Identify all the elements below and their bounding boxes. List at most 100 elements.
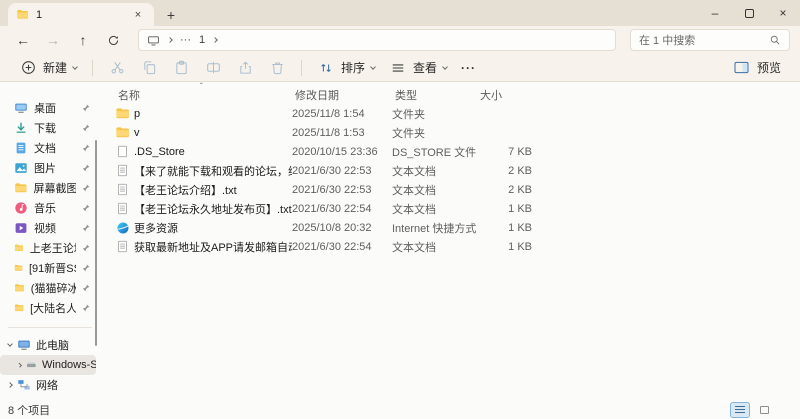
- sidebar-item-screenshots[interactable]: 屏幕截图: [0, 178, 100, 198]
- preview-button[interactable]: 预览: [726, 56, 788, 80]
- chevron-down-icon: [442, 63, 448, 70]
- sidebar-item-folder[interactable]: (猫猫碎冰冰: [0, 278, 100, 298]
- sidebar-item-label: 此电脑: [36, 340, 69, 352]
- view-toggles: [730, 401, 774, 418]
- breadcrumb-overflow[interactable]: ···: [180, 34, 191, 46]
- sidebar-item-label: 下载: [34, 123, 56, 135]
- search-icon: [769, 34, 781, 46]
- sidebar-item-videos[interactable]: 视频: [0, 218, 100, 238]
- sidebar-item-pictures[interactable]: 图片: [0, 158, 100, 178]
- trash-icon: [268, 59, 286, 77]
- refresh-button[interactable]: [100, 28, 126, 52]
- breadcrumb-item-current[interactable]: 1: [199, 34, 205, 46]
- close-button[interactable]: ×: [766, 0, 800, 26]
- sidebar-item-downloads[interactable]: 下载: [0, 118, 100, 138]
- column-header-date[interactable]: 修改日期: [295, 87, 395, 103]
- sidebar-item-desktop[interactable]: 桌面: [0, 98, 100, 118]
- tab-folder-1[interactable]: 1 ×: [8, 3, 154, 26]
- search-input[interactable]: 在 1 中搜索: [630, 29, 790, 51]
- sort-icon: [317, 59, 335, 77]
- cut-button[interactable]: [101, 56, 133, 80]
- desktop-icon: [15, 103, 27, 113]
- pin-icon: [82, 304, 90, 312]
- new-button[interactable]: 新建: [12, 56, 84, 80]
- folder-icon: [15, 183, 27, 193]
- sidebar-item-this-pc[interactable]: 此电脑: [0, 335, 100, 355]
- view-button[interactable]: 查看: [382, 56, 454, 80]
- share-button[interactable]: [229, 56, 261, 80]
- file-row[interactable]: 更多资源 2025/10/8 20:32 Internet 快捷方式 1 KB: [100, 218, 800, 237]
- new-button-label: 新建: [43, 61, 68, 75]
- file-size: 1 KB: [508, 240, 532, 253]
- pin-icon: [82, 144, 90, 152]
- file-row[interactable]: 【老王论坛介绍】.txt 2021/6/30 22:53 文本文档 2 KB: [100, 180, 800, 199]
- icons-view-button[interactable]: [754, 402, 774, 418]
- tab-close-icon[interactable]: ×: [130, 7, 146, 23]
- sidebar-item-folder[interactable]: 上老王论坛当: [0, 238, 100, 258]
- pin-icon: [82, 104, 90, 112]
- file-icon: [115, 144, 130, 159]
- file-type: 文本文档: [392, 165, 436, 178]
- sidebar-scrollbar[interactable]: [95, 140, 97, 346]
- command-toolbar: 新建 排序 查看 ··· 预览: [0, 54, 800, 82]
- sidebar-item-folder[interactable]: [大陆名人] AI: [0, 298, 100, 318]
- toolbar-divider: [301, 59, 303, 76]
- sort-button[interactable]: 排序: [310, 56, 382, 80]
- sort-button-label: 排序: [341, 61, 366, 75]
- file-date: 2025/10/8 20:32: [292, 221, 372, 234]
- forward-button[interactable]: →: [40, 28, 66, 52]
- file-row[interactable]: .DS_Store 2020/10/15 23:36 DS_STORE 文件 7…: [100, 142, 800, 161]
- sidebar-item-folder[interactable]: [91新晋SSS]推: [0, 258, 100, 278]
- minimize-button[interactable]: –: [698, 0, 732, 26]
- column-header-name[interactable]: 名称: [118, 87, 295, 103]
- paste-button[interactable]: [165, 56, 197, 80]
- file-date: 2025/11/8 1:53: [292, 126, 365, 139]
- internet-shortcut-icon: [115, 220, 130, 235]
- view-button-label: 查看: [413, 61, 438, 75]
- file-row[interactable]: p 2025/11/8 1:54 文件夹: [100, 104, 800, 123]
- sidebar-item-label: (猫猫碎冰冰: [30, 283, 76, 295]
- file-type: 文本文档: [392, 241, 436, 254]
- navigation-bar: ← → ↑ ··· 1 在 1 中搜索: [0, 26, 800, 54]
- more-options-button[interactable]: ···: [454, 56, 483, 80]
- toolbar-divider: [92, 59, 94, 76]
- file-size: 1 KB: [508, 202, 532, 215]
- pin-icon: [82, 204, 90, 212]
- sidebar-item-network[interactable]: 网络: [0, 375, 100, 395]
- sidebar-item-documents[interactable]: 文档: [0, 138, 100, 158]
- up-button[interactable]: ↑: [70, 28, 96, 52]
- file-size: 1 KB: [508, 221, 532, 234]
- breadcrumb-separator-icon: [167, 37, 173, 43]
- search-placeholder: 在 1 中搜索: [639, 35, 696, 47]
- sidebar-item-label: 视频: [34, 223, 56, 235]
- file-row[interactable]: v 2025/11/8 1:53 文件夹: [100, 123, 800, 142]
- share-icon: [236, 59, 254, 77]
- sort-ascending-icon: ˆ: [200, 82, 203, 91]
- window-controls: – ×: [698, 0, 800, 26]
- sidebar-item-windows-ssd[interactable]: Windows-SSD: [0, 355, 96, 375]
- rename-button[interactable]: [197, 56, 229, 80]
- file-size: 2 KB: [508, 164, 532, 177]
- sidebar-item-label: 文档: [34, 143, 56, 155]
- file-name: 更多资源: [134, 222, 178, 235]
- sidebar-item-label: 上老王论坛当: [29, 243, 76, 255]
- copy-button[interactable]: [133, 56, 165, 80]
- pin-icon: [82, 164, 90, 172]
- delete-button[interactable]: [261, 56, 293, 80]
- sidebar-item-music[interactable]: 音乐: [0, 198, 100, 218]
- file-row[interactable]: 【来了就能下载和观看的论坛，纯免费！】.txt 2021/6/30 22:53 …: [100, 161, 800, 180]
- file-date: 2025/11/8 1:54: [292, 107, 365, 120]
- column-header-size[interactable]: 大小: [480, 87, 535, 103]
- back-button[interactable]: ←: [10, 28, 36, 52]
- column-headers: ˆ 名称 修改日期 类型 大小: [100, 82, 800, 104]
- address-bar[interactable]: ··· 1: [138, 29, 616, 51]
- file-name: v: [134, 126, 140, 139]
- file-row[interactable]: 获取最新地址及APP请发邮箱自动获取.txt 2021/6/30 22:54 文…: [100, 237, 800, 256]
- breadcrumb-separator-icon: [212, 37, 218, 43]
- folder-icon: [115, 106, 130, 121]
- column-header-type[interactable]: 类型: [395, 87, 480, 103]
- maximize-button[interactable]: [732, 0, 766, 26]
- new-tab-button[interactable]: +: [160, 4, 182, 26]
- file-row[interactable]: 【老王论坛永久地址发布页】.txt 2021/6/30 22:54 文本文档 1…: [100, 199, 800, 218]
- details-view-button[interactable]: [730, 401, 750, 418]
